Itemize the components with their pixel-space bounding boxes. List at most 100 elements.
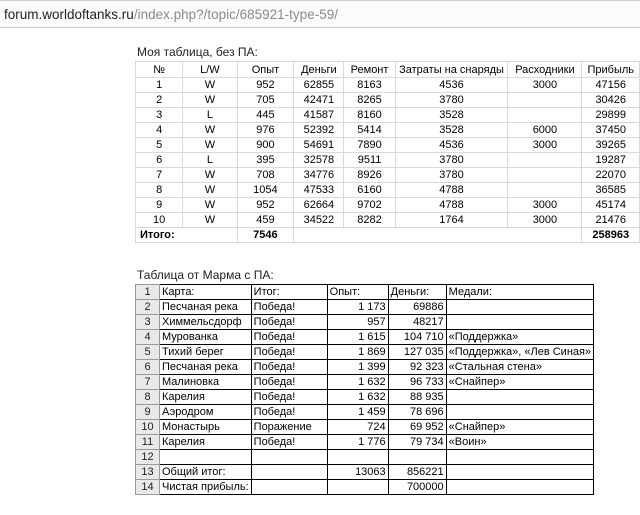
table-cell: 9702 [343, 197, 396, 213]
table2-caption: Таблица от Марма с ПА: [137, 268, 274, 282]
address-bar[interactable]: forum.worldoftanks.ru/index.php?/topic/6… [0, 0, 640, 28]
table-cell [507, 152, 583, 168]
table-cell: 1764 [394, 212, 509, 228]
table-cell: W [182, 122, 238, 138]
table-cell: 9 [134, 197, 184, 213]
url-path: /index.php?/topic/685921-type-59/ [133, 7, 338, 22]
table-cell: 62855 [293, 77, 345, 93]
table-cell: 1 869 [326, 344, 389, 360]
row-number: 8 [135, 389, 160, 405]
table-cell: «Поддержка», «Лев Синая» [445, 344, 595, 360]
row-number: 13 [135, 464, 160, 480]
table-row: 10 Монастырь Поражение 724 69 952 «Снайпер» [135, 419, 595, 435]
table-cell [326, 479, 389, 495]
table-cell: 3000 [507, 77, 583, 93]
table-cell: 3528 [394, 107, 509, 123]
table-row: 4 Мурованка Победа! 1 615 104 710 «Поддержка» [135, 329, 595, 345]
marm-results-table: 1 Карта: Итог: Опыт: Деньги: Медали: 2 Песчаная… [135, 284, 595, 495]
table-cell: 96 733 [387, 374, 447, 390]
table-cell: 34522 [293, 212, 345, 228]
column-header: Прибыль [581, 61, 640, 78]
table-cell: 79 734 [387, 434, 447, 450]
table-row: 4 W 976 52392 5414 3528 6000 37450 [134, 122, 640, 138]
table-cell: 6160 [343, 182, 396, 198]
table-cell: 19287 [581, 152, 640, 168]
table-cell [445, 299, 595, 315]
table-cell: 1 615 [326, 329, 389, 345]
table-cell: 32578 [293, 152, 345, 168]
table-cell: Аэродром [159, 404, 252, 420]
table-cell: 34776 [293, 167, 345, 183]
column-header: Деньги [293, 61, 345, 78]
table-cell: Карелия [159, 434, 252, 450]
table-cell: 445 [236, 107, 295, 123]
row-number: 2 [135, 299, 160, 315]
column-header: Затраты на снаряды [394, 61, 509, 78]
table-cell: 952 [236, 77, 295, 93]
table-cell: 48217 [387, 314, 447, 330]
table-cell: W [182, 92, 238, 108]
table-cell: 9511 [343, 152, 396, 168]
table-cell: 21476 [581, 212, 640, 228]
table-cell [326, 449, 389, 465]
table-cell: W [182, 212, 238, 228]
table-cell: W [182, 77, 238, 93]
table-cell [445, 479, 595, 495]
table-row: 1 W 952 62855 8163 4536 3000 47156 [134, 77, 640, 93]
table-cell: 69 952 [387, 419, 447, 435]
table-cell: 4788 [394, 182, 509, 198]
table-cell: 104 710 [387, 329, 447, 345]
table-cell: 5414 [343, 122, 396, 138]
row-number: 3 [135, 314, 160, 330]
table-cell [507, 167, 583, 183]
table-row: 13 Общий итог: 13063 856221 [135, 464, 595, 480]
table-cell: 3 [134, 107, 184, 123]
table-cell: Медали: [445, 284, 595, 300]
table-cell: 3528 [394, 122, 509, 138]
table-cell [250, 479, 328, 495]
table-cell: 856221 [387, 464, 447, 480]
table-cell: 1054 [236, 182, 295, 198]
table-cell: Карта: [159, 284, 252, 300]
table-cell: Монастырь [159, 419, 252, 435]
table-cell: 8163 [343, 77, 396, 93]
column-header: Опыт [236, 61, 295, 78]
row-number: 10 [135, 419, 160, 435]
table-cell: 976 [236, 122, 295, 138]
table-cell [507, 92, 583, 108]
table-cell: 42471 [293, 92, 345, 108]
table-row: 7 Малиновка Победа! 1 632 96 733 «Снайпер» [135, 374, 595, 390]
table-cell: Победа! [250, 314, 328, 330]
table-row: 9 W 952 62664 9702 4788 3000 45174 [134, 197, 640, 213]
table-cell: Итог: [250, 284, 328, 300]
table-cell: 1 632 [326, 374, 389, 390]
table-cell: Химмельсдорф [159, 314, 252, 330]
table-cell [507, 182, 583, 198]
table-cell: 45174 [581, 197, 640, 213]
table-cell: L [182, 107, 238, 123]
table-cell: 47156 [581, 77, 640, 93]
table-cell: Деньги: [387, 284, 447, 300]
table-row: 7 W 708 34776 8926 3780 22070 [134, 167, 640, 183]
table-row: 8 W 1054 47533 6160 4788 36585 [134, 182, 640, 198]
table-row: 6 L 395 32578 9511 3780 19287 [134, 152, 640, 168]
table-row: 12 [135, 449, 595, 465]
table-cell: 708 [236, 167, 295, 183]
table-cell: 47533 [293, 182, 345, 198]
table-cell: 127 035 [387, 344, 447, 360]
column-header: Ремонт [343, 61, 396, 78]
table-cell [507, 107, 583, 123]
table-cell: Поражение [250, 419, 328, 435]
row-number: 14 [135, 479, 160, 495]
table-cell: 1 399 [326, 359, 389, 375]
table-cell: 88 935 [387, 389, 447, 405]
row-number: 12 [135, 449, 160, 465]
table-cell: W [182, 182, 238, 198]
table-cell: 1 776 [326, 434, 389, 450]
table-cell: 8265 [343, 92, 396, 108]
table-cell: 900 [236, 137, 295, 153]
table-cell: 3780 [394, 167, 509, 183]
table-cell: Победа! [250, 344, 328, 360]
table-cell: 92 323 [387, 359, 447, 375]
table-cell: 1 459 [326, 404, 389, 420]
